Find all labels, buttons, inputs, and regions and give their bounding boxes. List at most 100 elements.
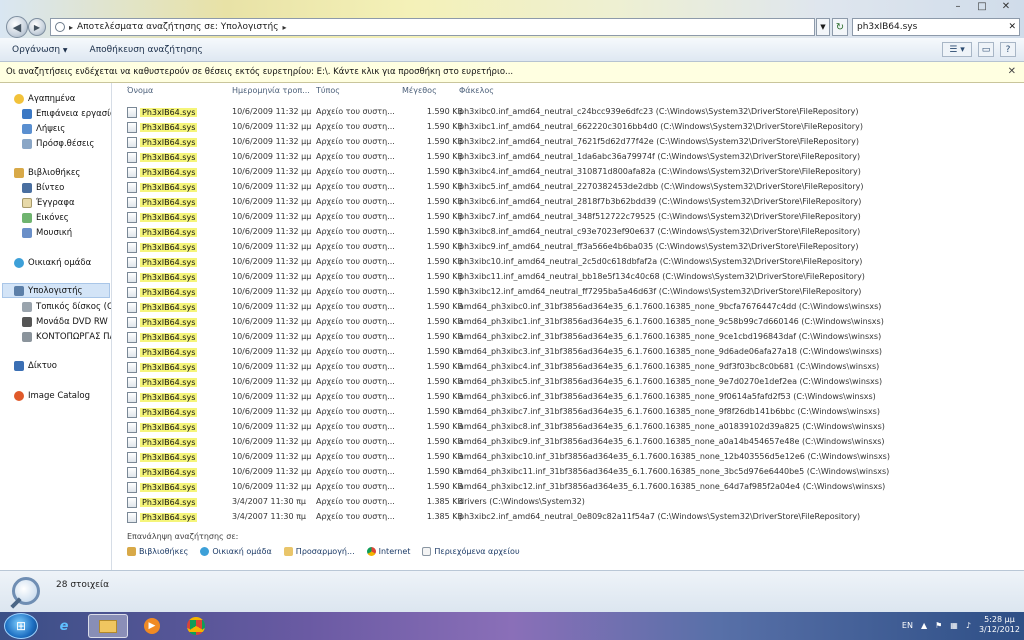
address-bar[interactable]: ▸ Αποτελέσματα αναζήτησης σε: Υπολογιστή…	[50, 18, 815, 36]
file-name: Ph3xIB64.sys	[140, 108, 198, 117]
table-row[interactable]: Ph3xIB64.sys 10/6/2009 11:32 μμ Αρχείο του…	[127, 465, 1007, 480]
nav-recent[interactable]: Πρόσφ.θέσεις	[22, 136, 111, 151]
table-row[interactable]: Ph3xIB64.sys 10/6/2009 11:32 μμ Αρχείο του…	[127, 120, 1007, 135]
table-row[interactable]: Ph3xIB64.sys 10/6/2009 11:32 μμ Αρχείο του…	[127, 420, 1007, 435]
table-row[interactable]: Ph3xIB64.sys 3/4/2007 11:30 πμ Αρχείο του …	[127, 510, 1007, 525]
column-header-type[interactable]: Τύπος	[316, 86, 340, 98]
desktop-icon	[22, 108, 32, 119]
search-again-internet[interactable]: Internet	[366, 547, 410, 556]
nav-local-disk[interactable]: Τοπικός δίσκος (C:)	[22, 299, 112, 314]
table-row[interactable]: Ph3xIB64.sys 10/6/2009 11:32 μμ Αρχείο του…	[127, 435, 1007, 450]
nav-music[interactable]: Μουσική	[22, 225, 111, 240]
show-hidden-icons-icon[interactable]: ▲	[921, 621, 927, 630]
table-row[interactable]: Ph3xIB64.sys 10/6/2009 11:32 μμ Αρχείο του…	[127, 450, 1007, 465]
preview-pane-button[interactable]: ▭	[978, 42, 994, 57]
hard-disk-icon	[22, 301, 32, 312]
minimize-button[interactable]: –	[946, 0, 970, 12]
nav-libraries[interactable]: Βιβλιοθήκες	[14, 165, 111, 180]
search-box[interactable]: ph3xIB64.sys ✕	[852, 18, 1020, 36]
file-type: Αρχείο του συστη...	[316, 137, 395, 146]
libraries-icon	[127, 547, 136, 556]
network-status-icon[interactable]: ▦	[950, 621, 958, 630]
column-header-folder[interactable]: Φάκελος	[459, 86, 494, 98]
maximize-button[interactable]: □	[970, 0, 994, 12]
start-button[interactable]: ⊞	[4, 613, 38, 639]
table-row[interactable]: Ph3xIB64.sys 3/4/2007 11:30 πμ Αρχείο του …	[127, 495, 1007, 510]
view-options-button[interactable]: ☰ ▾	[942, 42, 972, 57]
table-row[interactable]: Ph3xIB64.sys 10/6/2009 11:32 μμ Αρχείο του…	[127, 345, 1007, 360]
table-row[interactable]: Ph3xIB64.sys 10/6/2009 11:32 μμ Αρχείο του…	[127, 480, 1007, 495]
save-search-button[interactable]: Αποθήκευση αναζήτησης	[90, 45, 203, 55]
taskbar-internet-explorer[interactable]: e	[44, 614, 84, 638]
forward-button[interactable]: ▶	[28, 18, 46, 36]
taskbar-media-player[interactable]: ▶	[132, 614, 172, 638]
language-indicator[interactable]: EN	[902, 621, 913, 630]
close-icon[interactable]: ✕	[1008, 66, 1016, 77]
file-type: Αρχείο του συστη...	[316, 302, 395, 311]
search-input[interactable]: ph3xIB64.sys	[857, 22, 917, 32]
search-again-libraries[interactable]: Βιβλιοθήκες	[127, 547, 188, 556]
table-row[interactable]: Ph3xIB64.sys 10/6/2009 11:32 μμ Αρχείο του…	[127, 210, 1007, 225]
table-row[interactable]: Ph3xIB64.sys 10/6/2009 11:32 μμ Αρχείο του…	[127, 270, 1007, 285]
table-row[interactable]: Ph3xIB64.sys 10/6/2009 11:32 μμ Αρχείο του…	[127, 165, 1007, 180]
nav-dvd-drive[interactable]: Μονάδα DVD RW (D	[22, 314, 111, 329]
breadcrumb-chevron-icon: ▸	[282, 22, 287, 32]
column-header-size[interactable]: Μέγεθος	[402, 86, 437, 98]
volume-icon[interactable]: ♪	[966, 621, 971, 630]
table-row[interactable]: Ph3xIB64.sys 10/6/2009 11:32 μμ Αρχείο του…	[127, 255, 1007, 270]
clock[interactable]: 5:28 μμ 3/12/2012	[979, 615, 1020, 635]
file-date: 10/6/2009 11:32 μμ	[232, 422, 312, 431]
table-row[interactable]: Ph3xIB64.sys 10/6/2009 11:32 μμ Αρχείο του…	[127, 390, 1007, 405]
nav-homegroup[interactable]: Οικιακή ομάδα	[14, 255, 111, 270]
back-button[interactable]: ◀	[6, 16, 28, 38]
search-again-homegroup[interactable]: Οικιακή ομάδα	[200, 547, 272, 556]
nav-image-catalog[interactable]: Image Catalog	[14, 388, 111, 403]
table-row[interactable]: Ph3xIB64.sys 10/6/2009 11:32 μμ Αρχείο του…	[127, 360, 1007, 375]
table-row[interactable]: Ph3xIB64.sys 10/6/2009 11:32 μμ Αρχείο του…	[127, 405, 1007, 420]
column-header-name[interactable]: Όνομα	[127, 86, 153, 98]
file-name-cell: Ph3xIB64.sys	[127, 482, 198, 493]
taskbar-chrome[interactable]	[176, 614, 216, 638]
close-button[interactable]: ✕	[994, 0, 1018, 12]
recent-places-icon	[22, 138, 32, 149]
table-row[interactable]: Ph3xIB64.sys 10/6/2009 11:32 μμ Αρχείο του…	[127, 330, 1007, 345]
organize-button[interactable]: Οργάνωση ▼	[12, 45, 68, 55]
nav-label: Τοπικός δίσκος (C:)	[36, 301, 112, 312]
table-row[interactable]: Ph3xIB64.sys 10/6/2009 11:32 μμ Αρχείο του…	[127, 300, 1007, 315]
table-row[interactable]: Ph3xIB64.sys 10/6/2009 11:32 μμ Αρχείο του…	[127, 135, 1007, 150]
nav-documents[interactable]: Έγγραφα	[22, 195, 111, 210]
search-again-file-contents[interactable]: Περιεχόμενα αρχείου	[422, 547, 520, 556]
nav-videos[interactable]: Βίντεο	[22, 180, 111, 195]
nav-network[interactable]: Δίκτυο	[14, 358, 111, 373]
file-name: Ph3xIB64.sys	[140, 123, 198, 132]
flag-icon[interactable]: ⚑	[935, 621, 942, 630]
nav-downloads[interactable]: Λήψεις	[22, 121, 111, 136]
file-type: Αρχείο του συστη...	[316, 467, 395, 476]
taskbar-explorer[interactable]	[88, 614, 128, 638]
table-row[interactable]: Ph3xIB64.sys 10/6/2009 11:32 μμ Αρχείο του…	[127, 195, 1007, 210]
table-row[interactable]: Ph3xIB64.sys 10/6/2009 11:32 μμ Αρχείο του…	[127, 285, 1007, 300]
table-row[interactable]: Ph3xIB64.sys 10/6/2009 11:32 μμ Αρχείο του…	[127, 375, 1007, 390]
chevron-down-icon: ▼	[62, 46, 68, 54]
help-button[interactable]: ?	[1000, 42, 1016, 57]
table-row[interactable]: Ph3xIB64.sys 10/6/2009 11:32 μμ Αρχείο του…	[127, 315, 1007, 330]
address-dropdown-button[interactable]: ▼	[816, 18, 830, 36]
clear-search-icon[interactable]: ✕	[1008, 22, 1016, 32]
network-drive-icon	[22, 331, 32, 342]
file-size: 1.590 KB	[426, 212, 463, 221]
nav-pictures[interactable]: Εικόνες	[22, 210, 111, 225]
table-row[interactable]: Ph3xIB64.sys 10/6/2009 11:32 μμ Αρχείο του…	[127, 225, 1007, 240]
nav-favorites[interactable]: Αγαπημένα	[14, 91, 111, 106]
refresh-button[interactable]: ↻	[832, 18, 848, 36]
column-header-date[interactable]: Ημερομηνία τροπ...	[232, 86, 310, 98]
nav-computer[interactable]: Υπολογιστής	[2, 283, 110, 298]
search-again-custom[interactable]: Προσαρμογή...	[283, 547, 355, 556]
table-row[interactable]: Ph3xIB64.sys 10/6/2009 11:32 μμ Αρχείο του…	[127, 180, 1007, 195]
table-row[interactable]: Ph3xIB64.sys 10/6/2009 11:32 μμ Αρχείο του…	[127, 150, 1007, 165]
nav-desktop[interactable]: Επιφάνεια εργασίας	[22, 106, 111, 121]
nav-network-drive[interactable]: ΚΟΝΤΟΠΩΡΓΑΣ ΠΑ	[22, 329, 111, 344]
breadcrumb-search-results[interactable]: Αποτελέσματα αναζήτησης σε: Υπολογιστής	[77, 22, 279, 32]
table-row[interactable]: Ph3xIB64.sys 10/6/2009 11:32 μμ Αρχείο του…	[127, 240, 1007, 255]
table-row[interactable]: Ph3xIB64.sys 10/6/2009 11:32 μμ Αρχείο του…	[127, 105, 1007, 120]
index-info-bar[interactable]: Οι αναζητήσεις ενδέχεται να καθυστερούν …	[0, 62, 1024, 83]
